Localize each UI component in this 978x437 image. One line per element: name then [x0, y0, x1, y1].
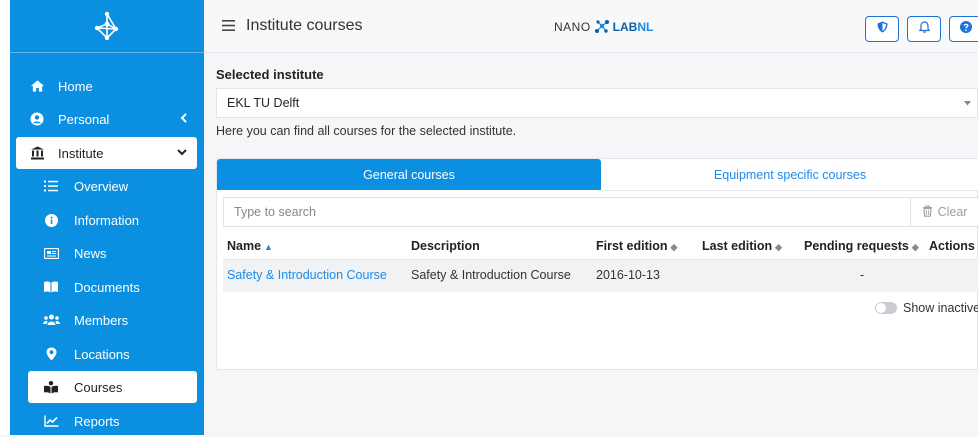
- sidebar-item-locations[interactable]: Locations: [28, 338, 197, 370]
- sidebar-item-label: Reports: [74, 413, 120, 429]
- map-marker-icon: [42, 347, 60, 361]
- show-inactive-toggle[interactable]: [875, 302, 897, 314]
- sort-icon: ◆: [911, 242, 919, 252]
- course-first-edition: 2016-10-13: [596, 268, 660, 282]
- show-inactive-label: Show inactive: [903, 301, 978, 315]
- sidebar-item-label: Documents: [74, 279, 140, 295]
- sort-icon: ◆: [670, 242, 678, 252]
- sidebar-item-personal[interactable]: Personal: [16, 103, 197, 135]
- sidebar-item-label: News: [74, 245, 107, 261]
- sidebar-item-label: Overview: [74, 178, 129, 194]
- clear-button-label: Clear: [937, 205, 968, 219]
- course-name-link[interactable]: Safety & Introduction Course: [227, 268, 387, 282]
- brand-text-lab: LABNL: [612, 20, 654, 34]
- column-header-actions: Actions: [929, 239, 975, 253]
- home-icon: [28, 79, 46, 93]
- sidebar-item-label: Information: [74, 212, 140, 228]
- newspaper-icon: [42, 247, 60, 259]
- page-title: Institute courses: [246, 17, 363, 34]
- list-icon: [42, 180, 60, 192]
- sidebar-item-label: Courses: [74, 379, 123, 395]
- course-description: Safety & Introduction Course: [411, 268, 571, 282]
- shield-icon: [877, 20, 888, 38]
- reader-icon: [42, 380, 60, 394]
- info-icon: [42, 213, 60, 227]
- brand-logo[interactable]: NANO LABNL: [554, 19, 653, 35]
- institution-icon: [28, 146, 46, 160]
- book-icon: [42, 281, 60, 293]
- institute-select[interactable]: EKL TU Delft: [216, 88, 978, 118]
- chevron-down-icon: [177, 147, 187, 159]
- column-header-first-edition[interactable]: First edition ◆: [596, 239, 677, 253]
- sort-ascending-icon: ▲: [264, 242, 273, 252]
- sidebar-item-label: Personal: [58, 111, 110, 127]
- selected-institute-label: Selected institute: [216, 67, 324, 82]
- network-logo-icon: [94, 11, 119, 41]
- sidebar-item-label: Home: [58, 78, 93, 94]
- tab-equipment-specific-courses[interactable]: Equipment specific courses: [601, 159, 978, 191]
- clear-button[interactable]: Clear: [910, 197, 978, 227]
- help-button[interactable]: [949, 16, 978, 42]
- bell-icon: [918, 20, 930, 38]
- sidebar-item-label: Members: [74, 312, 129, 328]
- caret-down-icon: [964, 99, 971, 108]
- sidebar-item-documents[interactable]: Documents: [28, 271, 197, 303]
- window-edge: [0, 0, 10, 435]
- question-circle-icon: [960, 20, 972, 38]
- column-header-pending-requests[interactable]: Pending requests ◆: [804, 239, 919, 253]
- sidebar-item-reports[interactable]: Reports: [28, 405, 197, 437]
- column-header-last-edition[interactable]: Last edition ◆: [702, 239, 782, 253]
- user-circle-icon: [28, 112, 46, 126]
- sidebar-item-label: Institute: [58, 145, 104, 161]
- sidebar-item-label: Locations: [74, 346, 130, 362]
- shield-button[interactable]: [865, 16, 899, 42]
- sidebar-item-institute[interactable]: Institute: [16, 137, 197, 169]
- chevron-left-icon: [180, 112, 187, 126]
- top-bar: Institute courses NANO LABNL: [204, 0, 978, 53]
- notifications-button[interactable]: [907, 16, 941, 42]
- molecule-logo-icon: [594, 20, 609, 33]
- sidebar-item-courses[interactable]: Courses: [28, 371, 197, 403]
- help-text: Here you can find all courses for the se…: [216, 124, 517, 138]
- sidebar-item-overview[interactable]: Overview: [28, 170, 197, 202]
- sidebar-item-information[interactable]: Information: [28, 204, 197, 236]
- institute-select-value: EKL TU Delft: [227, 96, 300, 110]
- sidebar-item-home[interactable]: Home: [16, 70, 197, 102]
- column-header-description[interactable]: Description: [411, 239, 480, 253]
- hamburger-menu-icon[interactable]: [222, 18, 235, 36]
- courses-card: General courses Equipment specific cours…: [216, 158, 978, 370]
- sidebar: Home Personal Institute Overview Informa…: [10, 0, 204, 435]
- trash-icon: [922, 204, 933, 220]
- search-input[interactable]: Type to search: [223, 197, 911, 227]
- logo[interactable]: [10, 0, 204, 53]
- chart-icon: [42, 415, 60, 427]
- column-header-name[interactable]: Name ▲: [227, 239, 273, 253]
- tab-general-courses[interactable]: General courses: [217, 159, 601, 190]
- brand-text-nano: NANO: [554, 20, 591, 34]
- sort-icon: ◆: [775, 242, 783, 252]
- users-icon: [42, 314, 60, 326]
- course-pending-requests: -: [860, 268, 865, 282]
- sidebar-item-news[interactable]: News: [28, 237, 197, 269]
- sidebar-item-members[interactable]: Members: [28, 304, 197, 336]
